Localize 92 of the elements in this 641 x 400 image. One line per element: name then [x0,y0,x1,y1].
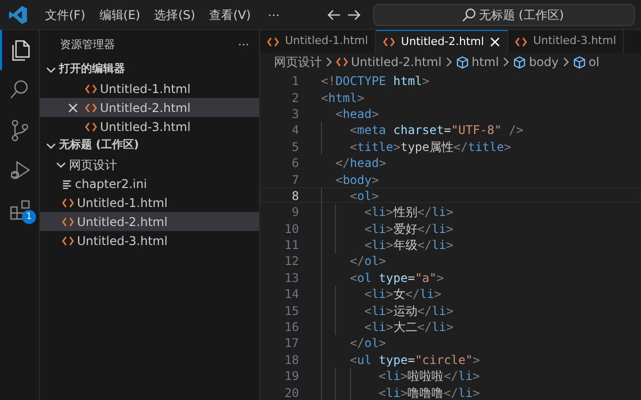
menu-item[interactable]: 选择(S) [147,6,202,24]
play-bug-icon[interactable] [8,158,32,182]
line-number: 18 [284,352,300,366]
chevron-down-icon[interactable] [46,64,56,74]
line-number: 6 [290,155,300,170]
code-brackets-icon [62,216,74,226]
code-brackets-icon [383,37,396,48]
code-line: <!DOCTYPE html> [321,73,430,88]
line-number: 20 [284,384,300,399]
breadcrumb-item[interactable]: body [512,53,559,72]
arrow-left-icon[interactable] [326,8,341,20]
menu-item[interactable]: 查看(V) [202,6,258,24]
line-number: 9 [290,204,300,219]
cube-icon [512,56,526,69]
code-line: <li>噜噜噜</li> [321,384,480,399]
file-item[interactable]: Untitled-1.html [40,79,259,98]
editor-tab[interactable]: Untitled-2.html [376,30,508,54]
line-number: 4 [290,122,300,137]
line-number: 14 [284,286,300,301]
line-number: 11 [284,237,300,252]
file-item[interactable]: Untitled-2.html [40,212,259,231]
code-line: <head> [334,106,379,120]
code-brackets-icon [85,122,97,132]
file-item[interactable]: Untitled-1.html [40,193,259,212]
line-number: 1 [290,73,300,88]
file-item[interactable]: Untitled-3.html [40,117,259,136]
code-line: <li>大二</li> [321,319,454,334]
code-brackets-icon [336,57,348,68]
code-line: <meta charset="UTF-8" /> [321,122,524,137]
code-line: <li>啦啦啦</li> [321,368,480,383]
code-line: <li>性别</li> [321,204,454,219]
code-line: <li>年级</li> [321,237,454,252]
section-header[interactable]: 无标题 (工作区) [40,136,259,155]
sidebar-title: 资源管理器 [60,36,115,53]
code-line: <title>type属性</title> [321,138,512,154]
code-line: </head> [334,155,386,170]
file-item[interactable]: Untitled-2.html [40,98,259,117]
code-brackets-icon [85,102,97,112]
cube-icon [456,56,469,69]
code-line: <html> [321,90,364,104]
arrow-right-icon[interactable] [346,8,361,20]
count-badge: 1 [22,210,36,224]
menu-item[interactable]: 编辑(E) [92,6,148,24]
code-line: <li>运动</li> [321,302,454,318]
line-number: 3 [290,106,300,120]
code-brackets-icon [515,36,528,47]
command-center[interactable]: 无标题 (工作区) [372,4,635,26]
close-icon[interactable] [68,102,78,112]
lines-icon [62,178,72,188]
search-icon [462,8,476,22]
line-number: 7 [290,172,300,186]
code-line: </ol> [321,335,386,350]
line-number: 13 [284,270,300,284]
chevron-right-icon [325,57,333,68]
code-brackets-icon [85,84,97,94]
code-line: <ul type="circle"> [321,352,480,366]
code-line: <body> [334,172,379,186]
folder-item[interactable]: 网页设计 [40,155,259,174]
line-number: 12 [284,253,300,268]
code-brackets-icon [62,236,74,246]
blocks-icon[interactable] [8,198,32,222]
file-item[interactable]: Untitled-3.html [40,231,259,250]
code-brackets-icon [267,36,279,47]
cube-icon [572,56,586,69]
code-line: </ol> [321,253,386,268]
line-number: 10 [284,220,300,236]
menu-item[interactable]: 文件(F) [38,6,92,24]
line-number: 8 [290,188,300,202]
breadcrumb-item[interactable]: ol [572,53,600,72]
more-menu[interactable]: ⋯ [260,6,287,24]
line-number: 16 [284,319,300,334]
command-center-label: 无标题 (工作区) [478,6,564,24]
chevron-right-icon [502,57,510,68]
code-line: <li>爱好</li> [321,220,454,236]
line-number: 5 [290,138,300,154]
line-number: 19 [284,368,300,383]
line-number: 2 [290,90,300,104]
code-brackets-icon [62,198,74,208]
breadcrumb-item[interactable]: Untitled-2.html [336,53,442,72]
code-line: <ol type="a"> [321,270,444,284]
line-number: 17 [284,335,300,350]
file-item[interactable]: chapter2.ini [40,174,259,193]
breadcrumb-item[interactable]: 网页设计 [274,53,322,72]
chevron-right-icon [444,57,453,68]
more-button[interactable]: ⋯ [238,36,249,54]
breadcrumb-item[interactable]: html [456,53,499,72]
chevron-right-icon [562,57,570,68]
code-line: <ol> [321,188,379,202]
line-number: 15 [284,302,300,318]
logo-icon [8,4,28,24]
code-line: <li>女</li> [321,286,442,301]
section-header[interactable]: 打开的编辑器 [40,60,259,79]
